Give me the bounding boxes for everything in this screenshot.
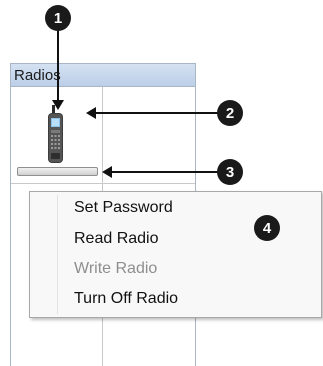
callout-4: 4 xyxy=(254,215,280,241)
callout-2: 2 xyxy=(217,100,243,126)
callout-3: 3 xyxy=(217,159,243,185)
callout-arrows xyxy=(52,30,218,178)
callout-1: 1 xyxy=(45,5,71,31)
